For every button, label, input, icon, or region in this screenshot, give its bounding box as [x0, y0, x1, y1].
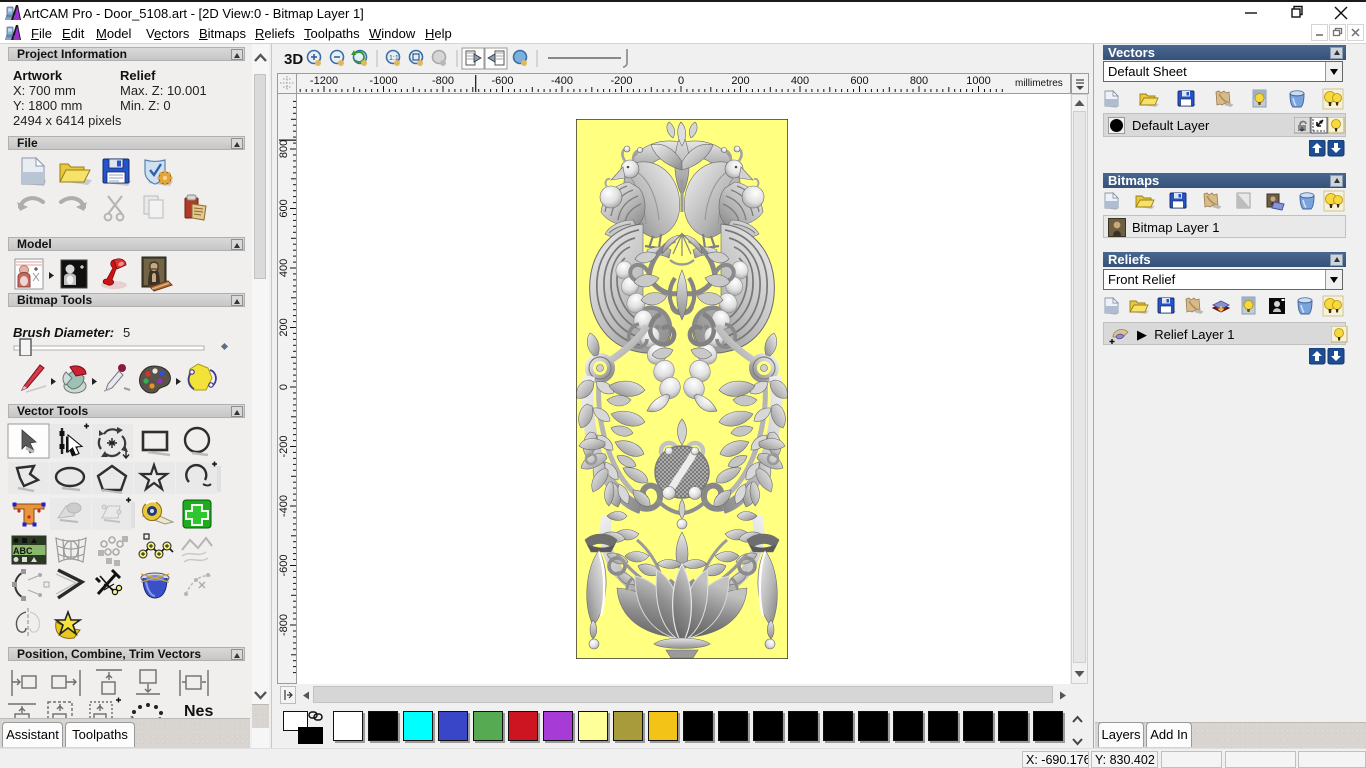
- svg-text:-1000: -1000: [369, 75, 397, 87]
- svg-text:600: 600: [850, 75, 868, 87]
- svg-text:ABC: ABC: [13, 546, 33, 556]
- svg-text:-600: -600: [278, 554, 290, 576]
- svg-text:800: 800: [910, 75, 928, 87]
- svg-text:200: 200: [278, 318, 290, 336]
- svg-text:400: 400: [278, 259, 290, 277]
- svg-text:0: 0: [278, 384, 290, 390]
- svg-text:600: 600: [278, 199, 290, 217]
- svg-text:-200: -200: [278, 435, 290, 457]
- svg-text:200: 200: [731, 75, 749, 87]
- svg-text:800: 800: [278, 140, 290, 158]
- svg-text:-800: -800: [432, 75, 454, 87]
- svg-text:-400: -400: [551, 75, 573, 87]
- svg-text:-600: -600: [491, 75, 513, 87]
- svg-text:millimetres: millimetres: [1015, 78, 1063, 89]
- svg-text:-200: -200: [610, 75, 632, 87]
- svg-text:1000: 1000: [966, 75, 990, 87]
- svg-text:-1200: -1200: [310, 75, 338, 87]
- svg-text:400: 400: [791, 75, 809, 87]
- svg-text:0: 0: [678, 75, 684, 87]
- svg-text:-800: -800: [278, 614, 290, 636]
- svg-text:-400: -400: [278, 495, 290, 517]
